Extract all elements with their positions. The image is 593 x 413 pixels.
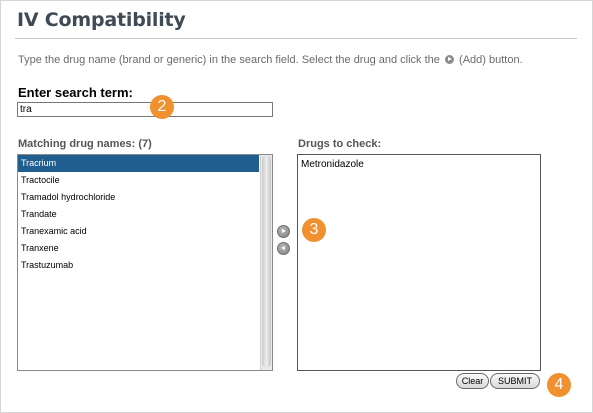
submit-button[interactable]: SUBMIT (490, 373, 540, 389)
instructions-text-start: Type the drug name (brand or generic) in… (18, 54, 440, 66)
arrow-right-circle-icon (282, 229, 286, 233)
drug-list-item[interactable]: Tractocile (18, 172, 259, 189)
drug-list-item[interactable]: Trandate (18, 206, 259, 223)
iv-compatibility-panel: IV Compatibility Type the drug name (bra… (0, 0, 593, 413)
search-input[interactable] (17, 102, 273, 117)
drugs-to-check-items: Metronidazole (298, 155, 540, 170)
instructions-text-end: (Add) button. (459, 54, 523, 66)
instructions-text: Type the drug name (brand or generic) in… (18, 54, 523, 66)
add-drug-button[interactable] (277, 225, 290, 238)
scrollbar-thumb[interactable] (262, 155, 271, 368)
remove-drug-button[interactable] (277, 242, 290, 255)
drug-list-item[interactable]: Tranxene (18, 240, 259, 257)
drug-list-item[interactable]: Trastuzumab (18, 257, 259, 274)
matching-drugs-items: Tracrium Tractocile Tramadol hydrochloride… (18, 155, 272, 274)
add-icon (444, 55, 454, 64)
drugs-to-check-list[interactable]: Metronidazole (297, 154, 541, 371)
list-scrollbar[interactable] (260, 155, 272, 370)
search-label: Enter search term: (18, 85, 133, 100)
drug-list-item[interactable]: Tranexamic acid (18, 223, 259, 240)
clear-button[interactable]: Clear (456, 373, 489, 389)
drug-to-check-item[interactable]: Metronidazole (298, 155, 540, 170)
matching-drugs-list[interactable]: Tracrium Tractocile Tramadol hydrochloride… (17, 154, 273, 371)
drug-list-item[interactable]: Tracrium (18, 155, 259, 172)
page-title: IV Compatibility (17, 9, 186, 31)
matching-drugs-label: Matching drug names: (7) (18, 138, 152, 150)
drugs-to-check-label: Drugs to check: (298, 138, 382, 150)
step-callout-add: 3 (302, 218, 326, 242)
step-callout-search: 2 (150, 95, 174, 119)
step-callout-submit: 4 (547, 373, 571, 397)
drug-list-item[interactable]: Tramadol hydrochloride (18, 189, 259, 206)
title-divider (15, 38, 577, 39)
arrow-left-circle-icon (281, 246, 285, 250)
